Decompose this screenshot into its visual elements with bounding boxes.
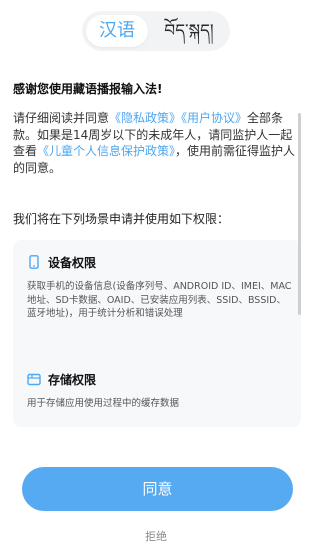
- agree-button[interactable]: 同意: [22, 467, 293, 511]
- permissions-heading: 我们将在下列场景申请并使用如下权限：: [13, 212, 230, 226]
- user-agreement-link[interactable]: 《用户协议》: [181, 111, 247, 125]
- device-permission-title: 设备权限: [27, 252, 287, 272]
- greeting-title: 感谢您使用藏语播报输入法!: [13, 82, 163, 96]
- storage-permission-description: 用于存储应用使用过程中的缓存数据: [27, 398, 180, 409]
- privacy-policy-link[interactable]: 《隐私政策》: [109, 111, 181, 125]
- lang-option-tibetan[interactable]: བོད་སྐད།: [156, 15, 222, 47]
- consent-intro: 请仔细阅读并同意《隐私政策》《用户协议》全部条款。如果是14周岁以下的未成年人，…: [13, 110, 297, 176]
- device-permission-label: 设备权限: [48, 255, 97, 270]
- folder-icon: [27, 372, 41, 386]
- storage-permission-card: 存储权限 用于存储应用使用过程中的缓存数据: [13, 357, 301, 427]
- storage-permission-title: 存储权限: [27, 369, 287, 389]
- language-toggle[interactable]: 汉语 བོད་སྐད།: [82, 11, 230, 51]
- phone-icon: [27, 255, 41, 269]
- content-scrollbar[interactable]: [298, 113, 301, 315]
- reject-button[interactable]: 拒绝: [0, 528, 312, 544]
- lang-option-chinese[interactable]: 汉语: [86, 15, 148, 47]
- intro-text-1: 请仔细阅读并同意: [13, 111, 110, 125]
- consent-content[interactable]: 感谢您使用藏语播报输入法! 请仔细阅读并同意《隐私政策》《用户协议》全部条款。如…: [13, 80, 302, 435]
- device-permission-description: 获取手机的设备信息(设备序列号、ANDROID ID、IMEI、MAC地址、SD…: [27, 281, 292, 319]
- storage-permission-label: 存储权限: [48, 372, 97, 387]
- children-policy-link[interactable]: 《儿童个人信息保护政策》: [37, 144, 175, 158]
